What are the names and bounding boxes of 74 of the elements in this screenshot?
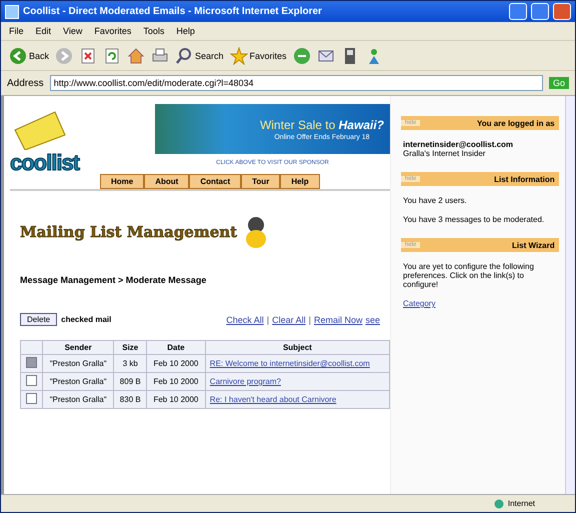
- refresh-button[interactable]: [103, 46, 122, 64]
- link-separator: |: [308, 314, 311, 324]
- nav-tab[interactable]: Help: [280, 174, 320, 189]
- menu-item[interactable]: View: [63, 26, 82, 36]
- link-separator: |: [266, 314, 270, 324]
- nav-tab[interactable]: Contact: [189, 174, 242, 189]
- stop-button[interactable]: [79, 46, 98, 64]
- favorites-button[interactable]: Favorites: [230, 46, 287, 64]
- minimize-button[interactable]: [509, 3, 527, 20]
- close-button[interactable]: [553, 3, 571, 20]
- row-checkbox[interactable]: [26, 393, 37, 404]
- action-link[interactable]: Remail Now: [314, 314, 362, 324]
- banner-headline: Winter Sale to Hawaii?: [260, 118, 384, 132]
- maximize-button[interactable]: [531, 3, 549, 20]
- date-cell: Feb 10 2000: [146, 390, 206, 408]
- menu-item[interactable]: Tools: [143, 26, 164, 36]
- size-cell: 3 kb: [114, 354, 147, 372]
- sender-cell: "Preston Gralla": [42, 390, 114, 408]
- home-icon: [127, 46, 146, 64]
- forward-icon: [55, 46, 74, 64]
- search-icon: [175, 46, 194, 64]
- stop-icon: [79, 46, 98, 64]
- search-button[interactable]: Search: [175, 46, 224, 64]
- action-link[interactable]: Check All: [226, 314, 264, 324]
- sender-cell: "Preston Gralla": [42, 354, 114, 372]
- date-cell: Feb 10 2000: [146, 354, 206, 372]
- address-label: Address: [7, 78, 44, 88]
- delete-button[interactable]: Delete: [20, 313, 58, 326]
- row-checkbox[interactable]: [26, 357, 37, 368]
- delete-label: checked mail: [61, 315, 112, 324]
- sender-cell: "Preston Gralla": [42, 372, 114, 390]
- favorites-icon: [230, 46, 248, 64]
- globe-icon: [494, 498, 504, 508]
- menu-item[interactable]: Edit: [36, 26, 52, 36]
- help-link[interactable]: see: [365, 314, 380, 324]
- print-button[interactable]: [151, 46, 170, 64]
- subject-link[interactable]: Carnivore program?: [210, 377, 281, 386]
- back-icon: [9, 46, 27, 64]
- size-cell: 809 B: [114, 372, 147, 390]
- home-button[interactable]: [127, 46, 146, 64]
- address-field[interactable]: http://www.coollist.com/edit/moderate.cgi?l=48034: [50, 75, 543, 91]
- zone-label: Internet: [508, 499, 535, 508]
- action-link[interactable]: Clear All: [272, 314, 306, 324]
- scrollbar[interactable]: [564, 96, 575, 494]
- date-cell: Feb 10 2000: [146, 372, 206, 390]
- nav-tab[interactable]: Tour: [241, 174, 280, 189]
- menu-item[interactable]: Favorites: [94, 26, 132, 36]
- sidebar-text: Gralla's Internet Insider: [403, 149, 486, 158]
- logo[interactable]: coollist: [10, 150, 155, 176]
- sidebar-link[interactable]: Category: [403, 299, 436, 308]
- column-header: Sender: [42, 340, 114, 354]
- sidebar-title: List Wizard: [511, 240, 556, 250]
- sidebar-title: You are logged in as: [476, 118, 556, 128]
- column-header: Subject: [205, 340, 390, 354]
- back-button[interactable]: Back: [9, 46, 50, 64]
- size-cell: 830 B: [114, 390, 147, 408]
- page-heading: Mailing List Management: [20, 223, 238, 241]
- menu-item[interactable]: Help: [176, 26, 195, 36]
- breadcrumb: Message Management > Moderate Message: [20, 275, 208, 285]
- window-title: Coollist - Direct Moderated Emails - Microsoft Internet Explorer: [23, 6, 323, 17]
- browser-icon: [5, 4, 19, 18]
- sidebar-text: internetinsider@coollist.com: [403, 140, 514, 149]
- nav-tab[interactable]: Home: [100, 174, 144, 189]
- sidebar-text: You are yet to configure the following preferences. Click on the link(s) to configure!: [403, 262, 535, 289]
- sidebar-title: List Information: [493, 174, 556, 184]
- sidebar-text: You have 3 messages to be moderated.: [403, 215, 546, 224]
- sidebar-text: You have 2 users.: [403, 196, 468, 205]
- menu-item[interactable]: File: [9, 26, 24, 36]
- column-header: Date: [146, 340, 206, 354]
- column-header: Size: [114, 340, 147, 354]
- row-checkbox[interactable]: [26, 375, 37, 386]
- nav-tab[interactable]: About: [144, 174, 190, 189]
- print-icon: [151, 46, 170, 64]
- refresh-icon: [103, 46, 122, 64]
